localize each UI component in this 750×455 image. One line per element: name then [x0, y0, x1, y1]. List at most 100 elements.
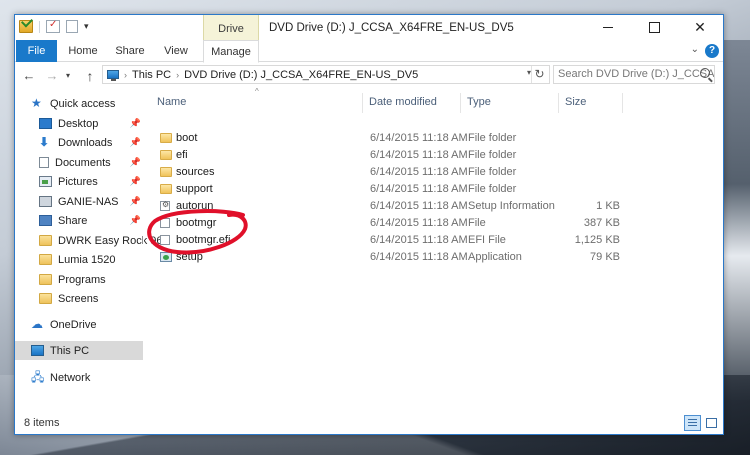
this-pc-icon — [31, 345, 44, 356]
folder-icon — [39, 274, 52, 285]
pin-icon: 📌 — [129, 137, 141, 147]
nav-this-pc[interactable]: This PC — [15, 341, 143, 360]
nav-onedrive[interactable]: ☁ OneDrive — [15, 315, 143, 334]
pin-icon: 📌 — [129, 176, 141, 186]
qat-separator — [39, 20, 40, 33]
nav-downloads[interactable]: ⬇ Downloads 📌 — [15, 133, 143, 152]
new-folder-icon[interactable] — [66, 20, 78, 33]
file-name: bootmgr.efi — [176, 234, 231, 246]
file-name: setup — [176, 251, 203, 263]
file-name: support — [176, 183, 213, 195]
documents-icon — [39, 157, 49, 168]
tab-manage[interactable]: Manage — [203, 40, 259, 63]
tab-view[interactable]: View — [157, 40, 195, 62]
file-date: 6/14/2015 11:18 AM — [370, 149, 468, 161]
nav-network[interactable]: 🖧 Network — [15, 368, 143, 387]
back-button[interactable]: ← — [20, 67, 38, 85]
file-size: 387 KB — [583, 217, 620, 229]
file-name: sources — [176, 166, 215, 178]
nav-pictures[interactable]: Pictures 📌 — [15, 172, 143, 191]
column-header-name[interactable]: Name — [151, 93, 363, 113]
file-name: boot — [176, 132, 198, 144]
maximize-button[interactable] — [631, 15, 677, 40]
nav-desktop[interactable]: Desktop 📌 — [15, 114, 143, 133]
folder-icon — [160, 150, 172, 160]
file-type: File folder — [468, 166, 517, 178]
folder-icon — [160, 167, 172, 177]
desktop-wallpaper-right — [720, 40, 750, 400]
nav-label: Desktop — [58, 117, 99, 130]
refresh-icon[interactable]: ↻ — [531, 66, 547, 83]
file-row[interactable]: bootmgr.efi 6/14/2015 11:18 AM EFI File … — [158, 233, 628, 250]
nav-ganie-nas[interactable]: GANIE-NAS 📌 — [15, 192, 143, 211]
explorer-app-icon[interactable] — [19, 20, 33, 33]
file-type: Application — [468, 251, 522, 263]
file-size: 1,125 KB — [574, 234, 620, 246]
properties-icon[interactable] — [46, 19, 60, 33]
title-bar[interactable]: ▾ Drive Tools DVD Drive (D:) J_CCSA_X64F… — [15, 15, 723, 63]
qat-dropdown-icon[interactable]: ▾ — [84, 21, 89, 32]
chevron-right-icon[interactable]: › — [124, 70, 127, 80]
file-row[interactable]: sources 6/14/2015 11:18 AM File folder — [158, 165, 628, 182]
file-row[interactable]: boot 6/14/2015 11:18 AM File folder — [158, 131, 628, 148]
nav-label: Screens — [58, 292, 99, 305]
file-row[interactable]: setup 6/14/2015 11:18 AM Application 79 … — [158, 250, 628, 267]
file-row[interactable]: efi 6/14/2015 11:18 AM File folder — [158, 148, 628, 165]
file-date: 6/14/2015 11:18 AM — [370, 251, 468, 263]
nav-label: Downloads — [58, 136, 113, 149]
application-icon — [160, 252, 172, 262]
file-row[interactable]: support 6/14/2015 11:18 AM File folder — [158, 182, 628, 199]
recent-locations-icon[interactable]: ▾ — [63, 67, 73, 85]
address-row: ← → ▾ ↑ › This PC › DVD Drive (D:) J_CCS… — [15, 63, 723, 88]
folder-icon — [160, 184, 172, 194]
pin-icon: 📌 — [129, 118, 141, 128]
expand-ribbon-icon[interactable]: ⌄ — [691, 44, 699, 55]
file-row[interactable]: autorun 6/14/2015 11:18 AM Setup Informa… — [158, 199, 628, 216]
drive-tools-context-label: Drive Tools — [203, 15, 259, 63]
close-button[interactable]: ✕ — [677, 15, 723, 40]
nav-dwrk-easy-rock-96[interactable]: DWRK Easy Rock 96 — [15, 231, 163, 250]
nav-programs[interactable]: Programs — [15, 270, 143, 289]
file-row[interactable]: bootmgr 6/14/2015 11:18 AM File 387 KB — [158, 216, 628, 233]
file-icon — [160, 218, 170, 228]
file-date: 6/14/2015 11:18 AM — [370, 183, 468, 195]
help-icon[interactable]: ? — [705, 44, 719, 58]
quick-access-toolbar: ▾ — [19, 19, 89, 33]
status-bar: 8 items — [15, 412, 723, 434]
tab-home[interactable]: Home — [63, 40, 103, 62]
nav-screens[interactable]: Screens — [15, 289, 143, 308]
chevron-right-icon[interactable]: › — [176, 70, 179, 80]
file-size: 1 KB — [596, 200, 620, 212]
pictures-icon — [39, 176, 52, 187]
minimize-button[interactable] — [585, 15, 631, 40]
tab-file[interactable]: File — [16, 40, 57, 62]
nav-documents[interactable]: Documents 📌 — [15, 153, 143, 172]
nav-label: Pictures — [58, 175, 98, 188]
item-count: 8 items — [24, 417, 60, 429]
large-icons-view-icon[interactable] — [703, 415, 720, 431]
nav-label: Documents — [55, 156, 111, 169]
breadcrumb-this-pc[interactable]: This PC — [132, 69, 171, 81]
nav-share[interactable]: Share 📌 — [15, 211, 143, 230]
address-bar[interactable]: › This PC › DVD Drive (D:) J_CCSA_X64FRE… — [102, 65, 550, 84]
details-view-icon[interactable] — [684, 415, 701, 431]
nav-label: This PC — [50, 344, 90, 357]
file-list: ^ Name Date modified Type Size boot 6/14… — [144, 87, 723, 411]
column-header-type[interactable]: Type — [461, 93, 559, 113]
column-header-date[interactable]: Date modified — [363, 93, 461, 113]
nav-label: Network — [50, 371, 91, 384]
search-input[interactable]: Search DVD Drive (D:) J_CCSA_X64FRE_EN-U… — [553, 65, 715, 84]
tab-share[interactable]: Share — [111, 40, 149, 62]
file-type: EFI File — [468, 234, 506, 246]
file-size: 79 KB — [590, 251, 620, 263]
column-header-size[interactable]: Size — [559, 93, 623, 113]
file-date: 6/14/2015 11:18 AM — [370, 234, 468, 246]
window-controls: ✕ — [585, 15, 723, 40]
this-pc-icon — [107, 70, 119, 81]
nav-quick-access[interactable]: ★ Quick access — [31, 94, 159, 113]
navigation-pane: ★ Quick access Desktop 📌 ⬇ Downloads 📌 D… — [15, 89, 163, 411]
forward-button[interactable]: → — [43, 67, 61, 85]
nav-lumia-1520[interactable]: Lumia 1520 — [15, 250, 143, 269]
up-button[interactable]: ↑ — [81, 67, 99, 85]
breadcrumb-dvd-drive[interactable]: DVD Drive (D:) J_CCSA_X64FRE_EN-US_DV5 — [184, 69, 418, 81]
